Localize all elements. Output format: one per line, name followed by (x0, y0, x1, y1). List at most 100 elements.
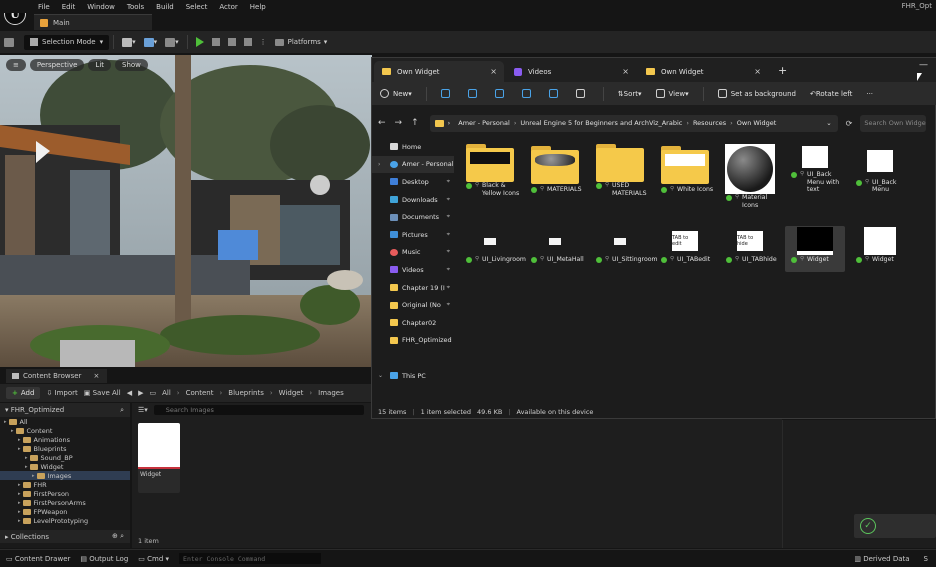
eject-button[interactable] (240, 34, 256, 50)
add-actor-button[interactable]: ▾ (118, 34, 140, 50)
close-tab-icon[interactable]: × (622, 67, 629, 76)
file-item[interactable]: ⚲ UI_Back Menu (850, 144, 910, 194)
blueprint-button[interactable]: ▾ (140, 34, 162, 50)
share-button[interactable] (548, 89, 562, 98)
chevron-icon[interactable]: ▸ (11, 428, 14, 434)
search-icon[interactable]: ⌕ (120, 532, 124, 540)
refresh-icon[interactable]: ⟳ (846, 119, 853, 128)
menu-actor[interactable]: Actor (219, 3, 237, 11)
chevron-icon[interactable]: ▸ (18, 482, 21, 488)
tree-item[interactable]: ▸ All (0, 417, 130, 426)
explorer-tab-own-widget[interactable]: Own Widget × (374, 61, 504, 82)
close-tab-icon[interactable]: × (754, 67, 761, 76)
stop-button[interactable] (224, 34, 240, 50)
search-icon[interactable]: ⌕ (120, 406, 124, 415)
import-button[interactable]: ⇩ Import (46, 389, 77, 397)
pin-icon[interactable]: ⌖ (447, 231, 450, 239)
more-button[interactable]: ··· (866, 90, 873, 98)
breadcrumb-images[interactable]: Images (318, 389, 344, 397)
back-arrow-icon[interactable]: ← (378, 118, 386, 128)
view-button[interactable]: View ▾ (655, 89, 689, 98)
tree-item[interactable]: ▸ LevelPrototyping (0, 516, 130, 525)
new-tab-icon[interactable]: + (778, 64, 787, 77)
chevron-icon[interactable]: ▸ (18, 500, 21, 506)
nav-item[interactable]: Desktop ⌖ (372, 173, 454, 191)
pin-icon[interactable]: ⌖ (447, 248, 450, 256)
tab-main[interactable]: Main (34, 14, 152, 30)
pin-icon[interactable]: ⌖ (447, 178, 450, 186)
address-crumb[interactable]: Resources (693, 119, 726, 127)
console-input[interactable]: Enter Console Command (179, 553, 322, 564)
nav-item[interactable]: Chapter 19 (I ⌖ (372, 279, 454, 297)
menu-edit[interactable]: Edit (62, 3, 76, 11)
sort-button[interactable]: ⇅ Sort ▾ (618, 90, 642, 98)
address-input[interactable]: › Amer - Personal › Unreal Engine 5 for B… (429, 114, 838, 132)
tab-content-browser[interactable]: Content Browser × (6, 369, 108, 383)
chevron-icon[interactable]: ▸ (18, 509, 21, 515)
menu-window[interactable]: Window (87, 3, 115, 11)
menu-build[interactable]: Build (156, 3, 174, 11)
source-control-button[interactable]: S (924, 555, 928, 563)
nav-item[interactable]: Videos ⌖ (372, 261, 454, 279)
copy-button[interactable] (467, 89, 481, 98)
address-crumb[interactable]: Own Widget (737, 119, 777, 127)
explorer-tab-own-widget-2[interactable]: Own Widget × (638, 61, 768, 82)
filter-icon[interactable]: ☰▾ (138, 406, 148, 414)
delete-button[interactable] (575, 89, 589, 98)
file-item[interactable]: ⚲ White Icons (655, 144, 715, 194)
tree-item[interactable]: ▸ Widget (0, 462, 130, 471)
chevron-icon[interactable]: ▸ (25, 464, 28, 470)
chevron-icon[interactable]: ▸ (25, 455, 28, 461)
cinematics-button[interactable]: ▾ (161, 34, 183, 50)
file-item[interactable]: ⚲ UI_Livingroom (460, 226, 526, 272)
lit-button[interactable]: Lit (88, 59, 112, 71)
chevron-icon[interactable]: ▸ (32, 473, 35, 479)
save-button[interactable] (0, 34, 18, 50)
breadcrumb-all[interactable]: All (162, 389, 171, 397)
tree-item[interactable]: ▸ Sound_BP (0, 453, 130, 462)
nav-item[interactable]: Original (No ⌖ (372, 296, 454, 314)
chevron-icon[interactable]: ▸ (4, 419, 7, 425)
up-arrow-icon[interactable]: ↑ (411, 118, 419, 128)
cmd-dropdown[interactable]: ▭ Cmd ▾ (138, 555, 169, 563)
history-forward-icon[interactable]: ▶ (138, 389, 143, 397)
set-background-button[interactable]: Set as background (717, 89, 796, 98)
tree-item[interactable]: ▸ FirstPerson (0, 489, 130, 498)
cut-button[interactable] (440, 89, 454, 98)
file-item[interactable]: ⚲ UI_Back Menu with text (785, 144, 845, 194)
file-item[interactable]: TAB to hide ⚲ UI_TABhide (720, 226, 780, 272)
selection-mode-dropdown[interactable]: Selection Mode ▾ (24, 34, 110, 50)
menu-help[interactable]: Help (250, 3, 266, 11)
chevron-right-icon[interactable]: › (378, 161, 380, 168)
file-item[interactable]: ⚲ Widget (785, 226, 845, 272)
history-back-icon[interactable]: ◀ (127, 389, 132, 397)
asset-tile-widget[interactable]: Widget (138, 423, 180, 493)
close-icon[interactable]: × (93, 372, 99, 380)
pin-icon[interactable]: ⌖ (447, 301, 450, 309)
pin-icon[interactable]: ⌖ (447, 196, 450, 204)
file-item[interactable]: ⚲ UI_Sittingroom (590, 226, 658, 272)
show-button[interactable]: Show (115, 59, 148, 71)
nav-item[interactable]: › Amer - Personal (372, 155, 454, 174)
chevron-icon[interactable]: ▸ (18, 437, 21, 443)
nav-item[interactable]: Pictures ⌖ (372, 226, 454, 244)
pin-icon[interactable]: ⌖ (447, 284, 450, 292)
search-input[interactable]: Search Images (153, 405, 364, 415)
file-item[interactable]: ⚲ USED MATERIALS (590, 144, 650, 197)
close-tab-icon[interactable]: × (490, 67, 497, 76)
file-item[interactable]: ⚲ MATERIALS (525, 144, 585, 194)
tree-item[interactable]: ▸ Blueprints (0, 444, 130, 453)
viewport-options-button[interactable]: ≡ (6, 59, 26, 71)
tree-item[interactable]: ▸ FPWeapon (0, 507, 130, 516)
skip-button[interactable] (208, 34, 224, 50)
chevron-icon[interactable]: ▸ (18, 446, 21, 452)
rename-button[interactable] (521, 89, 535, 98)
explorer-tab-videos[interactable]: Videos × (506, 61, 636, 82)
tree-item[interactable]: ▸ FirstPersonArms (0, 498, 130, 507)
chevron-down-icon[interactable]: ⌄ (826, 119, 831, 127)
nav-item[interactable]: Chapter02 (372, 314, 454, 332)
chevron-icon[interactable]: ▸ (18, 518, 21, 524)
nav-item[interactable]: Documents ⌖ (372, 208, 454, 226)
forward-arrow-icon[interactable]: → (395, 118, 403, 128)
tree-item[interactable]: ▸ Animations (0, 435, 130, 444)
